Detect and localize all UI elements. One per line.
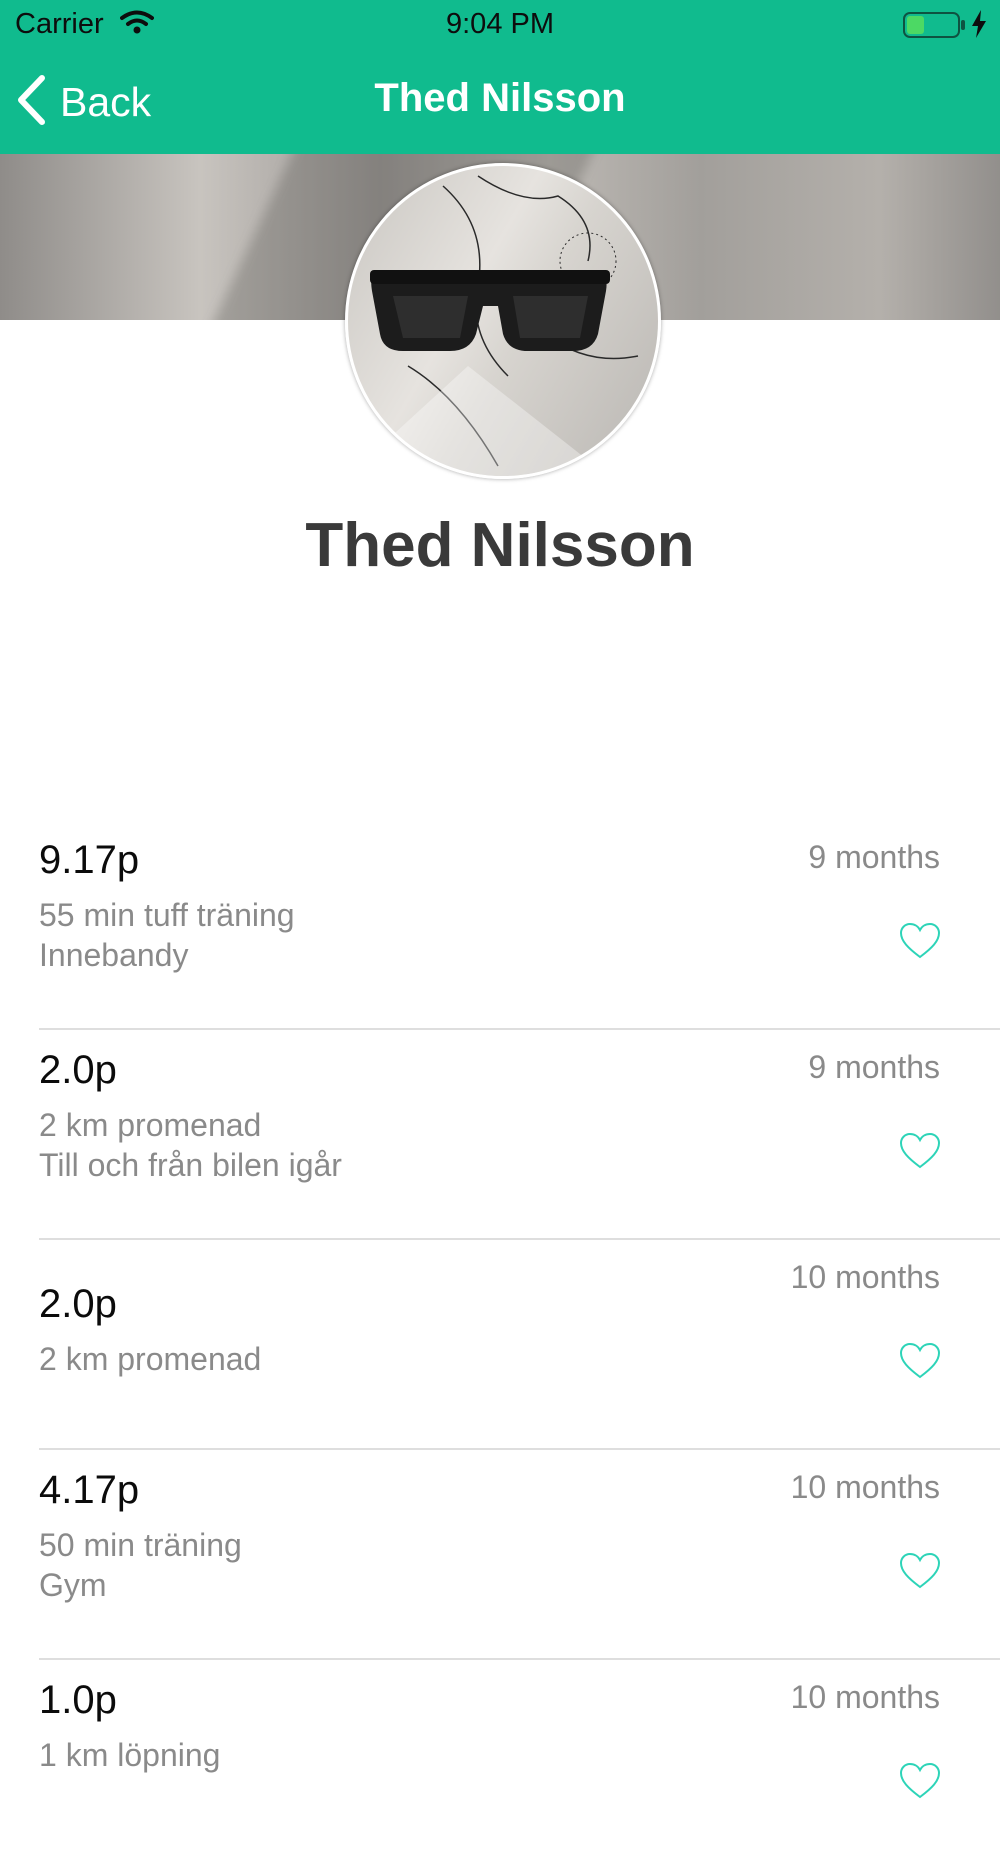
feed-item-time: 10 months (790, 1679, 940, 1715)
feed-item-activity: 2 km promenad (39, 1107, 262, 1143)
heart-outline-icon[interactable] (898, 1132, 942, 1175)
status-bar: Carrier 9:04 PM (0, 0, 1000, 52)
feed-item-time: 9 months (808, 839, 940, 875)
profile-name: Thed Nilsson (305, 511, 695, 580)
heart-outline-icon[interactable] (898, 922, 942, 965)
feed-item[interactable]: 2.0p 2 km promenad Till och från bilen i… (0, 1030, 1000, 1240)
feed-item-time: 10 months (790, 1469, 940, 1505)
feed-item-points: 2.0p (39, 1282, 117, 1326)
nav-title: Thed Nilsson (374, 76, 626, 120)
feed-item-activity: 2 km promenad (39, 1341, 262, 1377)
feed-item-note: Till och från bilen igår (39, 1147, 342, 1183)
navigation-bar: Back Thed Nilsson (0, 52, 1000, 154)
heart-outline-icon[interactable] (898, 1342, 942, 1385)
battery-icon (903, 11, 967, 44)
heart-outline-icon[interactable] (898, 1762, 942, 1805)
feed-item-activity: 50 min träning (39, 1527, 242, 1563)
avatar[interactable] (345, 163, 661, 479)
feed-item-activity: 55 min tuff träning (39, 897, 295, 933)
feed-item[interactable]: 9.17p 55 min tuff träning Innebandy 9 mo… (0, 820, 1000, 1030)
feed-item[interactable]: 1.0p 1 km löpning 10 months (0, 1660, 1000, 1870)
feed-item[interactable]: 4.17p 50 min träning Gym 10 months (0, 1450, 1000, 1660)
feed-item-points: 4.17p (39, 1468, 140, 1512)
heart-outline-icon[interactable] (898, 1552, 942, 1595)
status-time: 9:04 PM (446, 8, 554, 40)
avatar-sunglasses-photo (348, 175, 639, 476)
feed-item[interactable]: 2.0p 2 km promenad 10 months (0, 1240, 1000, 1450)
feed-item-activity: 1 km löpning (39, 1737, 221, 1773)
feed-item-points: 9.17p (39, 838, 140, 882)
activity-feed: 9.17p 55 min tuff träning Innebandy 9 mo… (0, 820, 1000, 1870)
feed-item-note: Innebandy (39, 937, 189, 973)
feed-item-time: 9 months (808, 1049, 940, 1085)
feed-item-points: 2.0p (39, 1048, 117, 1092)
feed-item-time: 10 months (790, 1259, 940, 1295)
feed-item-points: 1.0p (39, 1678, 117, 1722)
bolt-icon (970, 9, 988, 44)
feed-item-note: Gym (39, 1567, 107, 1603)
